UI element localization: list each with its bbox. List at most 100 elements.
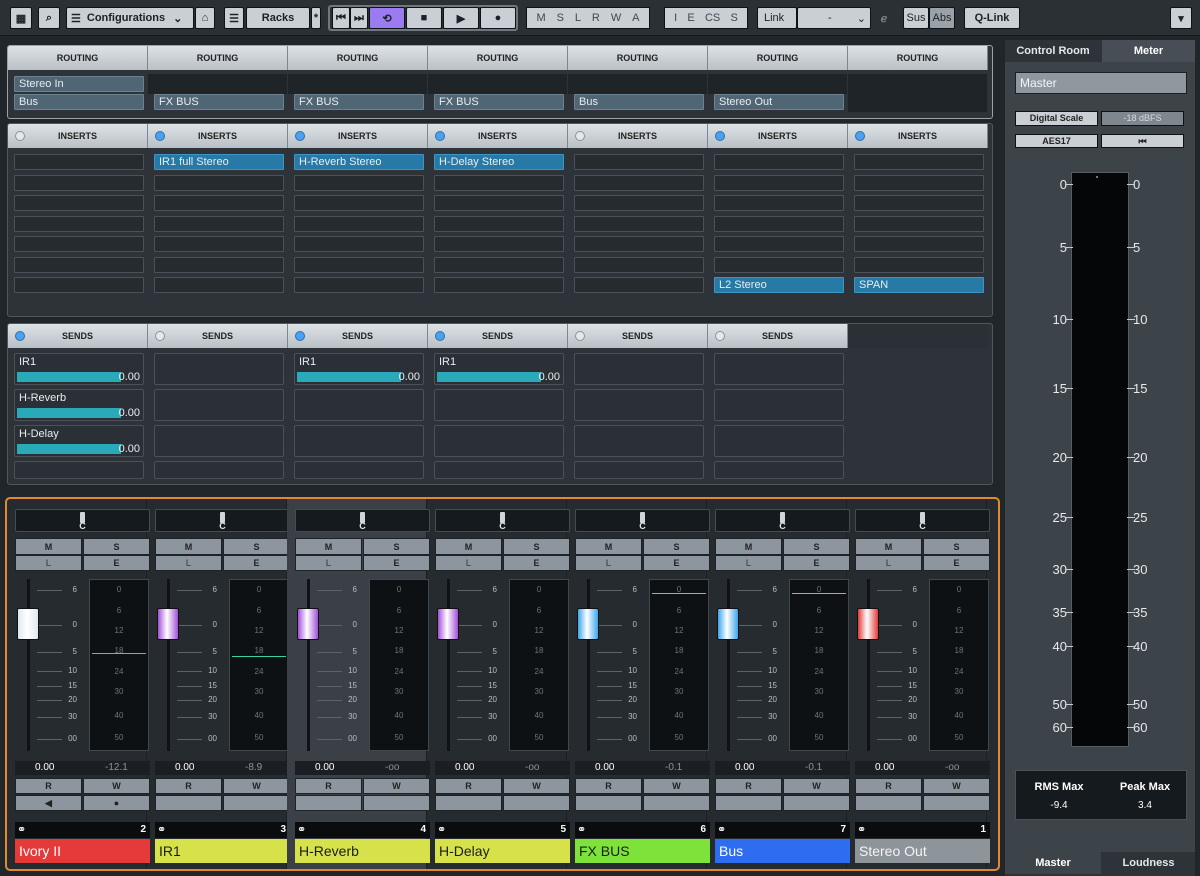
read-button[interactable]: R — [435, 778, 502, 794]
send-enable-led[interactable] — [435, 331, 445, 341]
read-button[interactable]: R — [295, 778, 362, 794]
window-layout-button[interactable]: ▦ — [10, 7, 32, 29]
toolbar-menu-button[interactable]: ▾ — [1170, 7, 1192, 29]
insert-bypass-led[interactable] — [155, 131, 165, 141]
racks-button[interactable]: Racks — [246, 7, 310, 29]
insert-slot[interactable] — [714, 195, 844, 211]
inserts-header[interactable]: INSERTS — [428, 124, 568, 148]
insert-bypass-led[interactable] — [295, 131, 305, 141]
global-e[interactable]: E — [687, 12, 694, 24]
monitor-button[interactable] — [435, 795, 502, 811]
volume-fader[interactable] — [437, 607, 459, 640]
routing-slot[interactable]: Bus — [14, 94, 144, 110]
mute-button[interactable]: M — [575, 538, 642, 555]
insert-slot[interactable] — [154, 174, 284, 191]
global-listen[interactable]: L — [575, 12, 581, 24]
volume-value[interactable]: 0.00 — [735, 762, 754, 773]
channel-name[interactable]: Ivory II — [15, 839, 150, 863]
read-button[interactable]: R — [575, 778, 642, 794]
channel-name[interactable]: FX BUS — [575, 839, 710, 863]
volume-fader[interactable] — [157, 607, 179, 640]
listen-button[interactable]: L — [715, 555, 782, 571]
insert-slot[interactable] — [574, 174, 704, 191]
read-button[interactable]: R — [155, 778, 222, 794]
insert-slot[interactable] — [574, 215, 704, 232]
routing-slot[interactable]: Stereo In — [14, 76, 144, 92]
configurations-dropdown[interactable]: ☰ Configurations ⌄ — [66, 7, 194, 29]
insert-slot[interactable] — [154, 277, 284, 293]
volume-fader[interactable] — [717, 607, 739, 640]
insert-slot[interactable]: SPAN — [854, 277, 984, 293]
send-enable-led[interactable] — [155, 331, 165, 341]
send-slot[interactable] — [434, 461, 564, 479]
insert-slot[interactable] — [434, 195, 564, 211]
aes17-button[interactable]: AES17 — [1015, 134, 1098, 148]
insert-slot[interactable] — [854, 236, 984, 252]
pan-control[interactable]: C — [435, 509, 570, 532]
listen-button[interactable]: L — [295, 555, 362, 571]
send-slot[interactable] — [154, 425, 284, 457]
send-level-bar[interactable] — [17, 408, 121, 418]
mute-button[interactable]: M — [855, 538, 922, 555]
edit-button[interactable]: E — [503, 555, 570, 571]
pan-control[interactable]: C — [715, 509, 850, 532]
global-i[interactable]: I — [674, 12, 677, 24]
sends-header[interactable]: SENDS — [708, 324, 848, 348]
send-slot[interactable] — [574, 353, 704, 385]
global-mute[interactable]: M — [536, 12, 545, 24]
record-enable-button[interactable] — [923, 795, 990, 811]
send-level-bar[interactable] — [437, 372, 541, 382]
play-button[interactable]: ▶ — [443, 7, 479, 29]
insert-slot[interactable] — [14, 195, 144, 211]
write-button[interactable]: W — [923, 778, 990, 794]
listen-button[interactable]: L — [855, 555, 922, 571]
send-slot[interactable] — [714, 353, 844, 385]
master-selector[interactable]: Master — [1015, 72, 1187, 94]
search-button[interactable]: ⌕ — [38, 7, 60, 29]
send-slot[interactable]: H-Delay 0.00 — [14, 425, 144, 457]
send-slot[interactable] — [294, 461, 424, 479]
routing-slot[interactable]: FX BUS — [434, 94, 564, 110]
listen-button[interactable]: L — [155, 555, 222, 571]
send-slot[interactable] — [714, 425, 844, 457]
write-button[interactable]: W — [783, 778, 850, 794]
pan-control[interactable]: C — [575, 509, 710, 532]
listen-button[interactable]: L — [435, 555, 502, 571]
pan-control[interactable]: C — [295, 509, 430, 532]
mute-button[interactable]: M — [155, 538, 222, 555]
insert-slot[interactable] — [154, 236, 284, 252]
peak-value[interactable]: -0.1 — [805, 762, 822, 773]
insert-slot[interactable] — [854, 154, 984, 170]
insert-slot[interactable]: H-Delay Stereo — [434, 154, 564, 170]
volume-fader[interactable] — [857, 607, 879, 640]
channel-name[interactable]: Stereo Out — [855, 839, 990, 863]
qlink-button[interactable]: Q-Link — [964, 7, 1020, 29]
insert-slot[interactable] — [294, 236, 424, 252]
send-slot[interactable]: H-Reverb 0.00 — [14, 389, 144, 421]
send-slot[interactable] — [154, 389, 284, 421]
write-button[interactable]: W — [363, 778, 430, 794]
insert-slot[interactable] — [714, 154, 844, 170]
insert-slot[interactable] — [434, 277, 564, 293]
solo-button[interactable]: S — [643, 538, 710, 555]
solo-button[interactable]: S — [923, 538, 990, 555]
read-button[interactable]: R — [855, 778, 922, 794]
pan-control[interactable]: C — [155, 509, 290, 532]
peak-value[interactable]: -8.9 — [245, 762, 262, 773]
volume-value[interactable]: 0.00 — [595, 762, 614, 773]
record-enable-button[interactable] — [503, 795, 570, 811]
racks-star-button[interactable]: * — [311, 7, 321, 29]
record-enable-button[interactable] — [363, 795, 430, 811]
sends-header[interactable] — [848, 324, 988, 348]
volume-value[interactable]: 0.00 — [315, 762, 334, 773]
send-slot[interactable] — [294, 389, 424, 421]
global-s[interactable]: S — [731, 12, 738, 24]
insert-slot[interactable] — [714, 215, 844, 232]
record-enable-button[interactable] — [223, 795, 290, 811]
monitor-button[interactable] — [855, 795, 922, 811]
pan-control[interactable]: C — [855, 509, 990, 532]
goto-start-button[interactable]: ⏮ — [332, 7, 350, 29]
insert-slot[interactable] — [294, 215, 424, 232]
sends-header[interactable]: SENDS — [428, 324, 568, 348]
insert-slot[interactable] — [294, 174, 424, 191]
